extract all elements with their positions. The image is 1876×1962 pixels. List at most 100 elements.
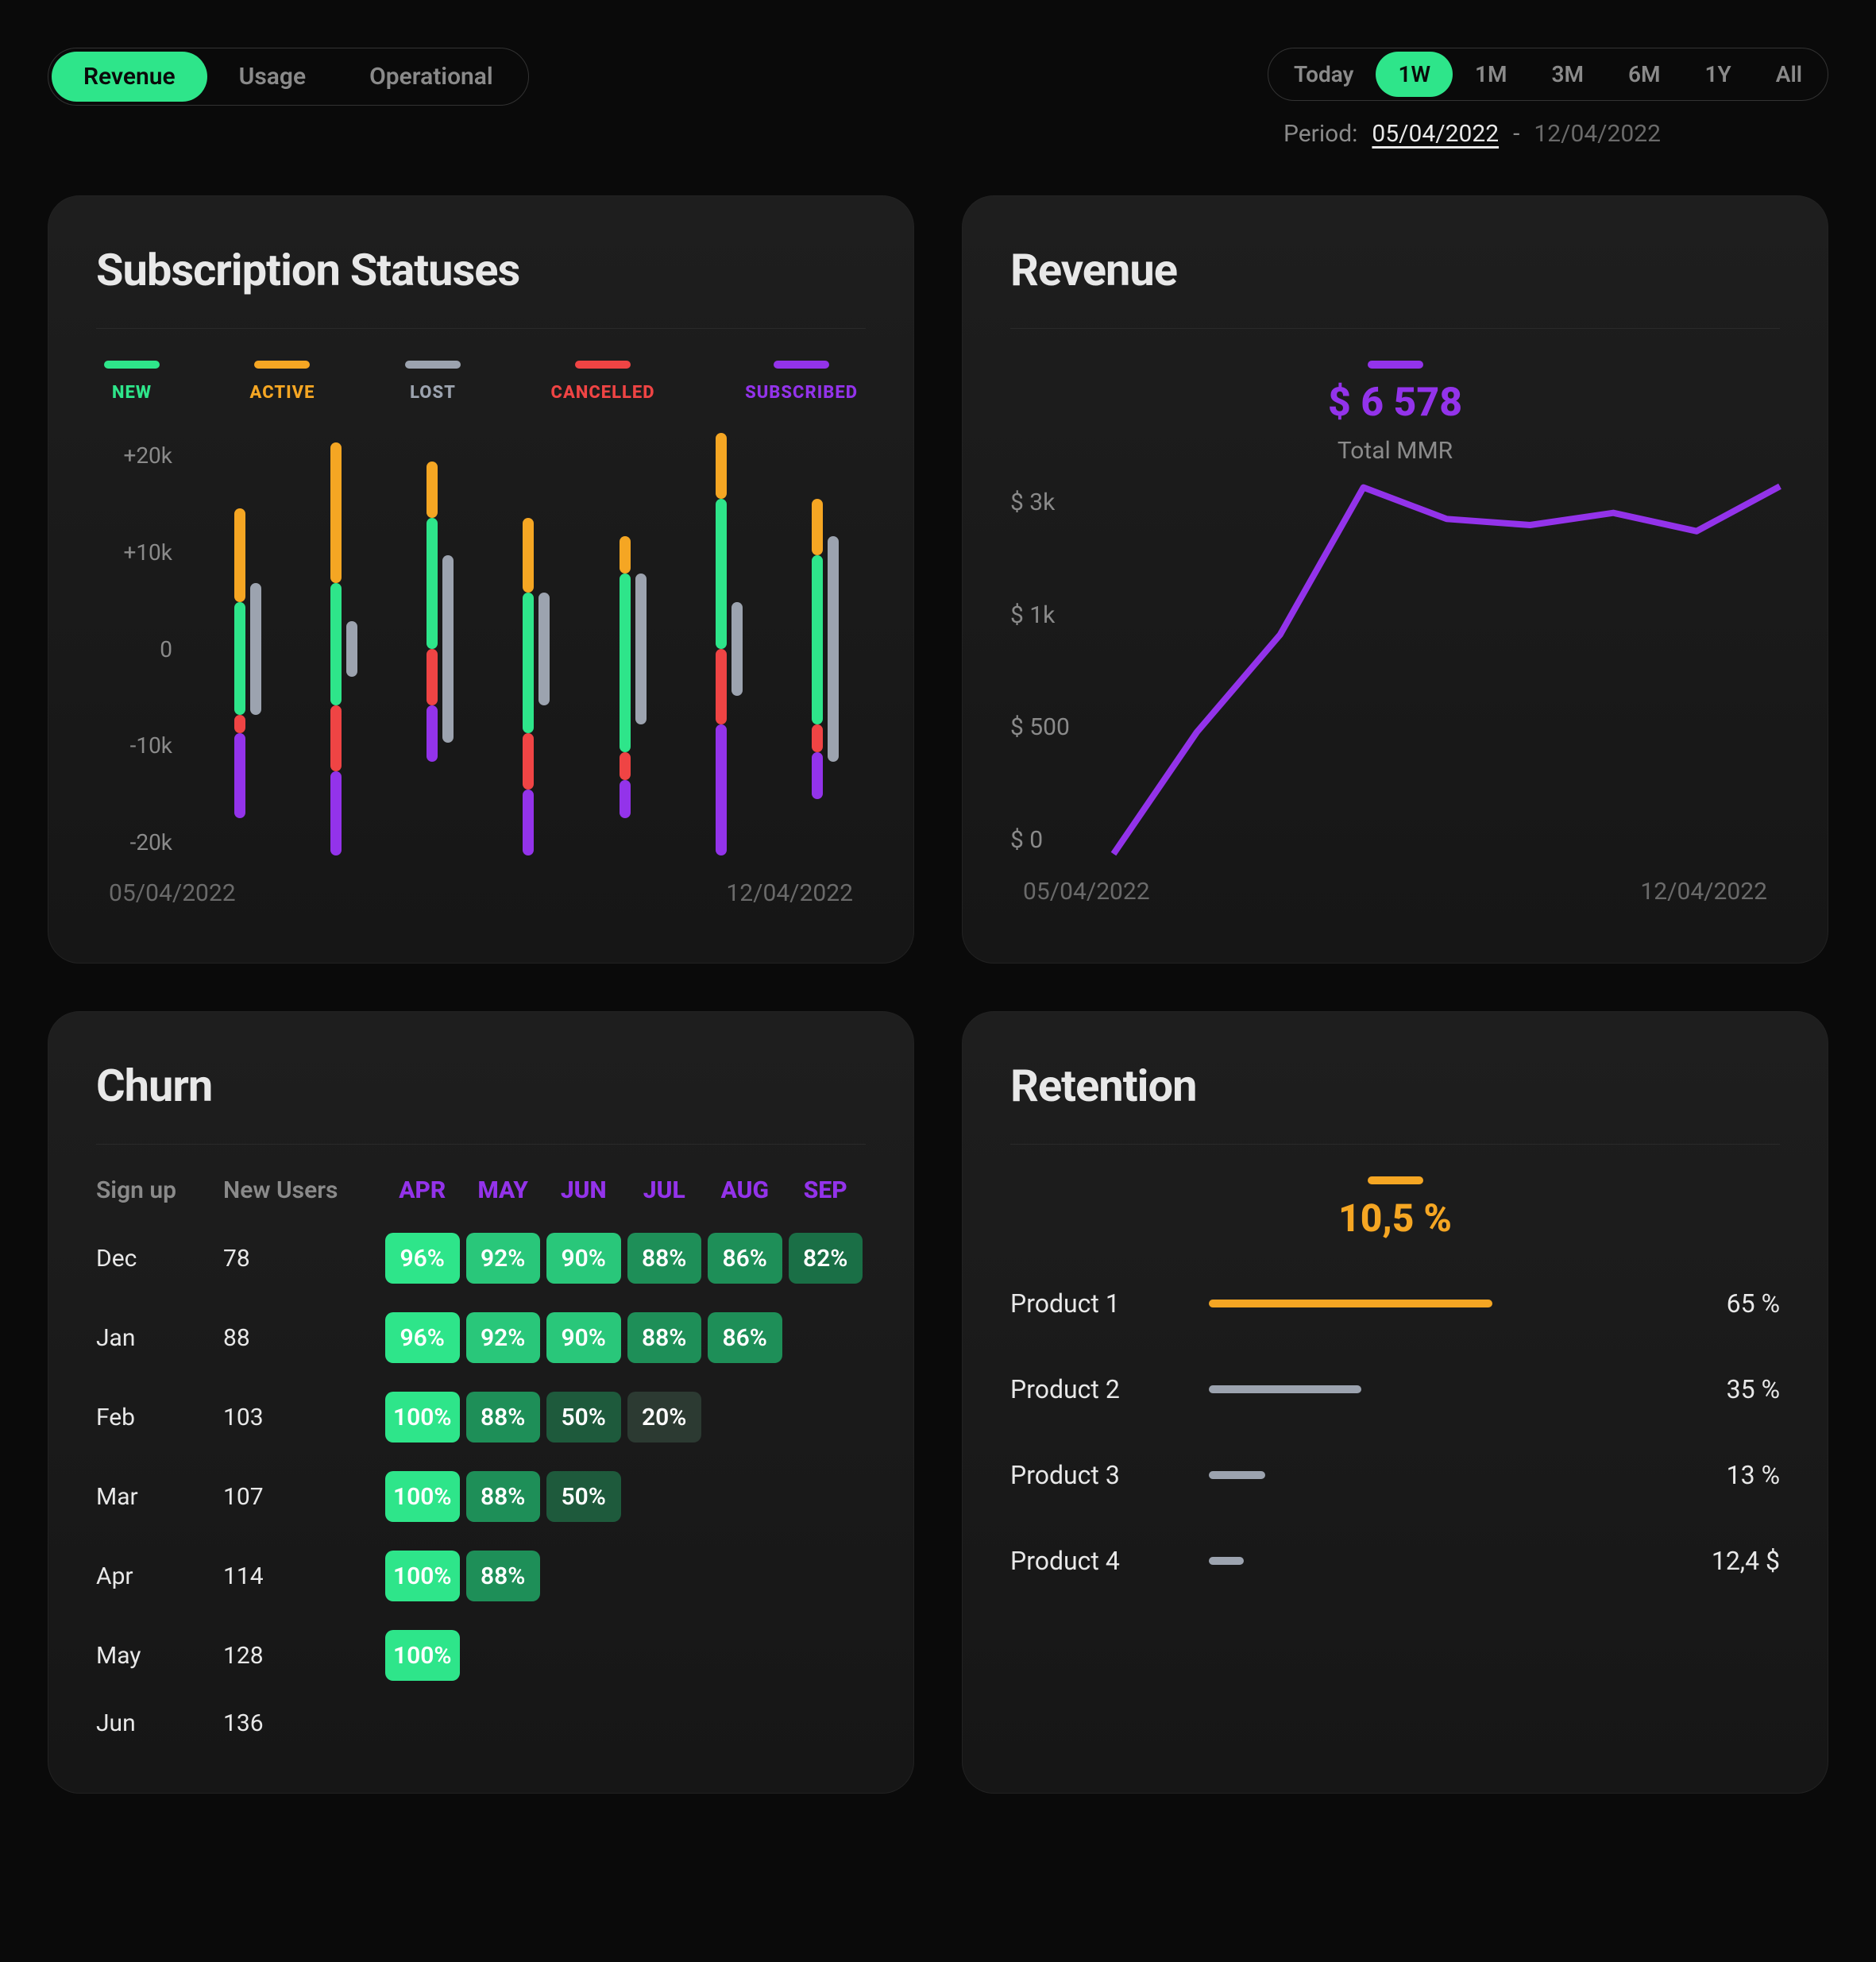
- status-day-2: [408, 442, 456, 855]
- status-x-to: 12/04/2022: [726, 879, 853, 907]
- churn-cell[interactable]: 88%: [627, 1233, 702, 1284]
- churn-row-newusers: 128: [223, 1642, 382, 1670]
- range-tab-3m[interactable]: 3M: [1530, 52, 1607, 97]
- y-tick: -20k: [96, 829, 172, 855]
- status-seg-cancelled: [427, 649, 438, 705]
- legend-swatch: [774, 361, 829, 369]
- range-tabs: Today1W1M3M6M1YAll: [1268, 48, 1828, 101]
- status-seg-new: [812, 555, 823, 724]
- churn-cell[interactable]: 86%: [708, 1312, 782, 1363]
- churn-cell[interactable]: 96%: [385, 1233, 460, 1284]
- churn-row-newusers: 103: [223, 1404, 382, 1431]
- churn-cell[interactable]: 96%: [385, 1312, 460, 1363]
- churn-cell[interactable]: 88%: [466, 1551, 541, 1601]
- churn-cell[interactable]: 100%: [385, 1471, 460, 1522]
- status-seg-lost: [731, 602, 743, 696]
- churn-cell[interactable]: 88%: [627, 1312, 702, 1363]
- churn-cell[interactable]: 90%: [546, 1233, 621, 1284]
- retention-fill: [1209, 1471, 1265, 1479]
- revenue-x-to: 12/04/2022: [1640, 878, 1767, 906]
- status-seg-new: [716, 499, 727, 649]
- status-day-1: [312, 442, 360, 855]
- churn-cell[interactable]: 50%: [546, 1471, 621, 1522]
- status-day-6: [793, 442, 841, 855]
- status-seg-cancelled: [330, 705, 342, 771]
- status-seg-new: [427, 518, 438, 649]
- churn-cell[interactable]: 82%: [789, 1233, 863, 1284]
- legend-item-cancelled[interactable]: CANCELLED: [551, 361, 655, 403]
- status-x-from: 05/04/2022: [109, 879, 236, 907]
- main-tabs: RevenueUsageOperational: [48, 48, 529, 106]
- retention-value: 12,4 $: [1669, 1546, 1780, 1576]
- status-seg-active: [812, 499, 823, 555]
- y-tick: $ 500: [1010, 713, 1106, 741]
- range-tab-1w[interactable]: 1W: [1376, 52, 1453, 97]
- retention-track: [1209, 1300, 1645, 1307]
- period-sep: -: [1513, 120, 1519, 148]
- churn-row-month: Jun: [96, 1709, 223, 1737]
- status-seg-new: [330, 583, 342, 705]
- legend-item-subscribed[interactable]: SUBSCRIBED: [745, 361, 858, 403]
- y-tick: $ 3k: [1010, 489, 1106, 516]
- range-tab-1y[interactable]: 1Y: [1683, 52, 1754, 97]
- status-seg-new: [234, 602, 245, 715]
- status-plot: [191, 442, 866, 855]
- range-tab-1m[interactable]: 1M: [1453, 52, 1530, 97]
- churn-row-month: Dec: [96, 1245, 223, 1273]
- churn-row-month: May: [96, 1642, 223, 1670]
- period-from[interactable]: 05/04/2022: [1372, 120, 1499, 148]
- legend-swatch: [254, 361, 310, 369]
- status-seg-lost: [635, 574, 647, 724]
- churn-cell[interactable]: 50%: [546, 1392, 621, 1443]
- legend-item-lost[interactable]: LOST: [405, 361, 461, 403]
- period-to[interactable]: 12/04/2022: [1534, 120, 1661, 148]
- main-tab-usage[interactable]: Usage: [207, 52, 338, 102]
- churn-cell[interactable]: 92%: [466, 1312, 541, 1363]
- main-tab-operational[interactable]: Operational: [338, 52, 525, 102]
- churn-cell[interactable]: 20%: [627, 1392, 702, 1443]
- card-title: Retention: [1010, 1060, 1780, 1112]
- period-label: Period:: [1283, 120, 1357, 148]
- status-seg-cancelled: [812, 724, 823, 752]
- legend-item-new[interactable]: NEW: [104, 361, 160, 403]
- legend-swatch: [104, 361, 160, 369]
- range-tab-today[interactable]: Today: [1272, 52, 1376, 97]
- status-seg-active: [330, 442, 342, 583]
- retention-value: 65 %: [1669, 1288, 1780, 1319]
- retention-label: Product 1: [1010, 1288, 1185, 1319]
- churn-row-newusers: 88: [223, 1324, 382, 1352]
- churn-cell[interactable]: 92%: [466, 1233, 541, 1284]
- retention-value: 35 %: [1669, 1374, 1780, 1404]
- y-tick: 0: [96, 636, 172, 662]
- retention-label: Product 3: [1010, 1460, 1185, 1490]
- churn-cell[interactable]: 86%: [708, 1233, 782, 1284]
- status-seg-lost: [442, 555, 454, 743]
- churn-row-newusers: 114: [223, 1562, 382, 1590]
- retention-fill: [1209, 1557, 1244, 1565]
- retention-row: Product 412,4 $: [1010, 1546, 1780, 1576]
- retention-track: [1209, 1471, 1645, 1479]
- retention-value: 13 %: [1669, 1460, 1780, 1490]
- main-tab-revenue[interactable]: Revenue: [52, 52, 207, 102]
- churn-cell[interactable]: 100%: [385, 1392, 460, 1443]
- legend-item-active[interactable]: ACTIVE: [250, 361, 315, 403]
- retention-track: [1209, 1557, 1645, 1565]
- range-tab-6m[interactable]: 6M: [1606, 52, 1683, 97]
- churn-row-newusers: 78: [223, 1245, 382, 1273]
- churn-cell[interactable]: 88%: [466, 1471, 541, 1522]
- status-seg-active: [427, 462, 438, 518]
- status-seg-subscribed: [812, 752, 823, 799]
- range-tab-all[interactable]: All: [1754, 52, 1824, 97]
- churn-cell[interactable]: 88%: [466, 1392, 541, 1443]
- retention-headline: 10,5 %: [1338, 1195, 1452, 1241]
- status-seg-lost: [250, 583, 261, 714]
- y-tick: -10k: [96, 732, 172, 759]
- churn-cell[interactable]: 100%: [385, 1551, 460, 1601]
- churn-cell[interactable]: 100%: [385, 1630, 460, 1681]
- status-seg-cancelled: [234, 715, 245, 734]
- status-seg-subscribed: [716, 724, 727, 855]
- status-day-3: [504, 442, 552, 855]
- churn-cell[interactable]: 90%: [546, 1312, 621, 1363]
- status-seg-subscribed: [234, 733, 245, 817]
- churn-row-month: Jan: [96, 1324, 223, 1352]
